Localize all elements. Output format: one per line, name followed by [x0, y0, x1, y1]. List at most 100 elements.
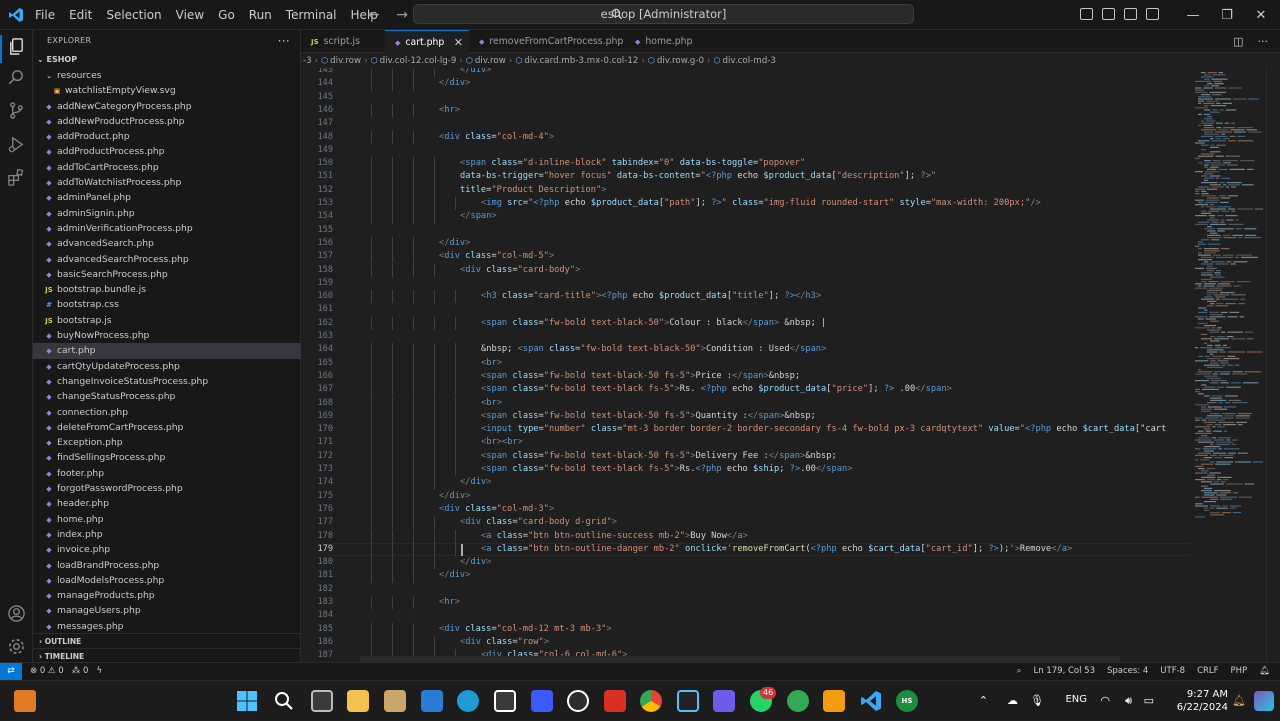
code-line[interactable]: <div class="row">: [460, 636, 549, 649]
breadcrumb-item[interactable]: div.col-md-3: [722, 56, 775, 66]
show-hidden-icons-icon[interactable]: ⌃: [979, 694, 988, 707]
menu-edit[interactable]: Edit: [62, 8, 99, 22]
tree-file[interactable]: ◆ deleteFromCartProcess.php: [33, 420, 301, 435]
tree-file[interactable]: ◆ advancedSearch.php: [33, 236, 301, 251]
onedrive-cloud-icon[interactable]: ☁: [1007, 694, 1018, 707]
code-line[interactable]: </div>: [460, 476, 491, 489]
more-actions-icon[interactable]: ···: [1258, 35, 1269, 48]
tab-cart-php[interactable]: ◆ cart.php ✕: [385, 30, 469, 53]
tree-file[interactable]: ◆ manageProducts.php: [33, 588, 301, 603]
tree-file[interactable]: ◆ findSellingsProcess.php: [33, 450, 301, 465]
workspace-root[interactable]: ⌄ ESHOP: [33, 52, 300, 67]
notifications-bell-icon[interactable]: 🔔︎: [1259, 663, 1270, 680]
tree-file[interactable]: ◆ header.php: [33, 496, 301, 511]
code-line[interactable]: </span>: [460, 210, 497, 223]
settings-gear-icon[interactable]: [7, 637, 26, 656]
tree-file[interactable]: ◆ addToCartProcess.php: [33, 160, 301, 175]
code-line[interactable]: <hr>: [439, 104, 460, 117]
code-line[interactable]: <br>: [481, 357, 502, 370]
notification-bell-icon[interactable]: 🔔︎: [1232, 694, 1246, 707]
pdf-app-icon[interactable]: [604, 690, 626, 712]
terminal-app-icon[interactable]: [677, 690, 699, 712]
command-center-search[interactable]: eshop [Administrator]: [413, 4, 914, 24]
tree-file[interactable]: ◆ changeStatusProcess.php: [33, 389, 301, 404]
code-line[interactable]: &nbsp; <span class="fw-bold text-black-5…: [481, 343, 826, 356]
code-line[interactable]: data-bs-trigger="hover focus" data-bs-co…: [460, 170, 936, 183]
code-line[interactable]: <h3 class="card-title"><?php echo $produ…: [481, 290, 821, 303]
explorer-icon[interactable]: [7, 37, 26, 56]
code-line[interactable]: <a class="btn btn-outline-success mb-2">…: [481, 530, 748, 543]
tree-file[interactable]: ◆ adminPanel.php: [33, 190, 301, 205]
breadcrumb-item[interactable]: div.row: [475, 56, 506, 66]
tree-file[interactable]: ◆ manageUsers.php: [33, 603, 301, 618]
clock[interactable]: 9:27 AM 6/22/2024: [1177, 688, 1228, 714]
menu-file[interactable]: File: [28, 8, 62, 22]
tree-file[interactable]: ◆ buyNowProcess.php: [33, 328, 301, 343]
remote-indicator-icon[interactable]: ⇄: [0, 663, 22, 680]
battery-icon[interactable]: ▭: [1144, 694, 1154, 707]
code-line[interactable]: <div class="col-md-4">: [439, 131, 554, 144]
toggle-secondary-sidebar-icon[interactable]: [1124, 8, 1137, 20]
ports-indicator[interactable]: ⁂ 0: [72, 666, 89, 676]
tree-file[interactable]: ◆ index.php: [33, 527, 301, 542]
code-line[interactable]: </div>: [460, 556, 491, 569]
indentation[interactable]: Spaces: 4: [1107, 663, 1148, 680]
chrome-icon[interactable]: [640, 690, 662, 712]
encoding[interactable]: UTF-8: [1160, 663, 1185, 680]
tree-file[interactable]: ◆ connection.php: [33, 405, 301, 420]
tree-file[interactable]: ◆ addNewCategoryProcess.php: [33, 99, 301, 114]
code-line[interactable]: <div class="col-md-3">: [439, 503, 554, 516]
outline-section[interactable]: › OUTLINE: [33, 633, 301, 648]
code-line[interactable]: </div>: [439, 569, 470, 582]
toggle-sidebar-icon[interactable]: [1080, 8, 1093, 20]
problems-indicator[interactable]: ⊗ 0 ⚠ 0: [30, 666, 64, 676]
breadcrumb-item[interactable]: div.row.g-0: [657, 56, 704, 66]
toggle-panel-icon[interactable]: [1102, 8, 1115, 20]
copilot-app-icon[interactable]: [713, 690, 735, 712]
extensions-icon[interactable]: [7, 168, 26, 187]
menu-run[interactable]: Run: [242, 8, 279, 22]
tree-file[interactable]: ◆ loadBrandProcess.php: [33, 558, 301, 573]
tree-file[interactable]: ◆ invoice.php: [33, 542, 301, 557]
breadcrumb-item[interactable]: -3: [303, 56, 312, 66]
wifi-icon[interactable]: ◠: [1100, 694, 1110, 707]
code-line[interactable]: <div class="col-md-5">: [439, 250, 554, 263]
code-line[interactable]: <img src="<?php echo $product_data["path…: [481, 197, 1041, 210]
code-editor[interactable]: 143 144 145 146 147 148 149 150 151 152 153 154 155 1…: [301, 68, 1191, 662]
tree-file[interactable]: ◆ addProductProcess.php: [33, 144, 301, 159]
code-line[interactable]: </div>: [439, 490, 470, 503]
app-icon[interactable]: [14, 690, 36, 712]
code-line[interactable]: <span class="fw-bold text-black-50 fs-5"…: [481, 450, 837, 463]
code-line[interactable]: <span class="fw-bold text-black fs-5">Rs…: [481, 463, 852, 476]
code-line[interactable]: <div class="col-md-12 mt-3 mb-3">: [439, 623, 612, 636]
lightning-icon[interactable]: ϟ: [97, 666, 103, 676]
back-arrow-icon[interactable]: ←: [368, 7, 380, 23]
tab-home-php[interactable]: ◆ home.php: [625, 30, 715, 53]
menu-selection[interactable]: Selection: [99, 8, 168, 22]
xampp-icon[interactable]: [823, 690, 845, 712]
tree-file[interactable]: ◆ changeInvoiceStatusProcess.php: [33, 374, 301, 389]
volume-icon[interactable]: 🔊︎: [1125, 694, 1132, 708]
tree-file[interactable]: ◆ footer.php: [33, 466, 301, 481]
close-icon[interactable]: ✕: [1244, 8, 1278, 23]
tree-file[interactable]: ◆ forgotPasswordProcess.php: [33, 481, 301, 496]
tree-file[interactable]: ◆ addNewProductProcess.php: [33, 114, 301, 129]
tree-folder-resources[interactable]: ⌄ resources: [33, 68, 301, 83]
code-line[interactable]: <hr>: [439, 596, 460, 609]
search-view-icon[interactable]: [7, 68, 26, 87]
edge-browser-icon[interactable]: [457, 690, 479, 712]
vertical-scrollbar[interactable]: [1266, 68, 1280, 662]
code-line[interactable]: </div>: [439, 77, 470, 90]
tree-file[interactable]: ◆ advancedSearchProcess.php: [33, 252, 301, 267]
cursor-position[interactable]: Ln 179, Col 53: [1034, 663, 1095, 680]
tree-file[interactable]: JS bootstrap.js: [33, 313, 301, 328]
tree-file[interactable]: ◆ basicSearchProcess.php: [33, 267, 301, 282]
tree-file[interactable]: JS bootstrap.bundle.js: [33, 282, 301, 297]
breadcrumb-item[interactable]: div.card.mb-3.mx-0.col-12: [524, 56, 638, 66]
code-line[interactable]: <span class="fw-bold text-black fs-5">Rs…: [481, 383, 952, 396]
code-line[interactable]: <div class="card-body">: [460, 264, 580, 277]
timeline-section[interactable]: › TIMELINE: [33, 648, 301, 663]
breadcrumb-item[interactable]: div.row: [330, 56, 361, 66]
file-explorer-icon[interactable]: [347, 690, 369, 712]
code-line[interactable]: <span class="fw-bold text-black-50 fs-5"…: [481, 370, 800, 383]
